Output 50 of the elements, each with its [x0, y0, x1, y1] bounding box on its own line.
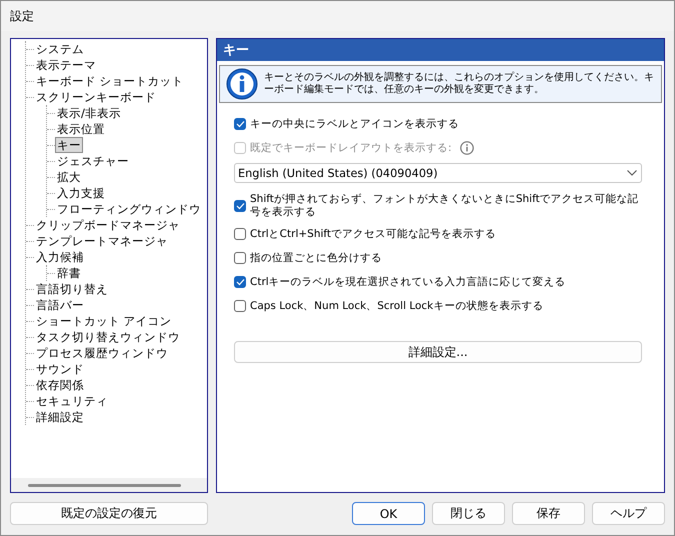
tree-item[interactable]: 表示/非表示 [55, 105, 123, 121]
tree-item[interactable]: 詳細設定 [34, 409, 86, 425]
panel-header: キー [217, 39, 664, 61]
option-label: Ctrlキーのラベルを現在選択されている入力言語に応じて変える [250, 276, 566, 288]
option-label: 既定でキーボードレイアウトを表示する: [250, 142, 452, 154]
tree-item[interactable]: 依存関係 [34, 377, 86, 393]
checkbox[interactable] [234, 118, 246, 130]
dialog-button[interactable]: ヘルプ [592, 502, 665, 525]
tree-item[interactable]: 辞書 [55, 265, 83, 281]
tree-item[interactable]: テンプレートマネージャ [34, 233, 170, 249]
dialog-button[interactable]: 保存 [512, 502, 585, 525]
layout-dropdown[interactable]: English (United States) (04090409) [234, 163, 642, 183]
tree-item[interactable]: セキュリティ [34, 393, 110, 409]
tree-item[interactable]: キーボード ショートカット [34, 73, 186, 89]
option-label: Caps Lock、Num Lock、Scroll Lockキーの状態を表示する [250, 300, 544, 312]
tree-item[interactable]: キー [55, 137, 83, 153]
tree-item[interactable]: 入力候補 [34, 249, 86, 265]
checkbox[interactable] [234, 228, 246, 240]
tree-item[interactable]: 言語バー [34, 297, 86, 313]
restore-defaults-button[interactable]: 既定の設定の復元 [10, 502, 208, 525]
info-text: キーとそのラベルの外観を調整するには、これらのオプションを使用してください。キーボード編集モードでは、任意のキーの外観を変更できます。 [264, 72, 655, 96]
checkbox[interactable] [234, 200, 246, 212]
dialog-button[interactable]: 閉じる [432, 502, 505, 525]
tree-item[interactable]: プロセス履歴ウィンドウ [34, 345, 170, 361]
scrollbar-thumb[interactable] [28, 484, 181, 486]
tree-item[interactable]: システム [34, 41, 86, 57]
checkbox[interactable] [234, 252, 246, 264]
tree-item[interactable]: ジェスチャー [55, 153, 131, 169]
option-label: 指の位置ごとに色分けする [250, 252, 382, 264]
tree-item[interactable]: タスク切り替えウィンドウ [34, 329, 182, 345]
tree-item[interactable]: クリップボードマネージャ [34, 217, 182, 233]
checkbox[interactable] [234, 276, 246, 288]
chevron-down-icon [627, 170, 637, 176]
tree-item[interactable]: フローティングウィンドウ [55, 201, 203, 217]
info-icon [226, 68, 258, 100]
tree-item[interactable]: 拡大 [55, 169, 83, 185]
tree-item[interactable]: 表示位置 [55, 121, 107, 137]
checkbox[interactable] [234, 300, 246, 312]
option-label: CtrlとCtrl+Shiftでアクセス可能な記号を表示する [250, 228, 496, 240]
tree-item[interactable]: サウンド [34, 361, 86, 377]
option-label: キーの中央にラベルとアイコンを表示する [250, 118, 459, 130]
option-label: Shiftが押されておらず、フォントが大きくないときにShiftでアクセス可能な記号を表示する [250, 193, 640, 219]
tree-item[interactable]: ショートカット アイコン [34, 313, 174, 329]
advanced-settings-button[interactable]: 詳細設定... [234, 341, 642, 363]
dialog-button[interactable]: OK [352, 502, 425, 525]
tree-item[interactable]: 表示テーマ [34, 57, 98, 73]
tree-item[interactable]: スクリーンキーボード [34, 89, 158, 105]
tree-item[interactable]: 言語切り替え [34, 281, 110, 297]
window-title: 設定 [10, 8, 34, 24]
tree-item[interactable]: 入力支援 [55, 185, 107, 201]
